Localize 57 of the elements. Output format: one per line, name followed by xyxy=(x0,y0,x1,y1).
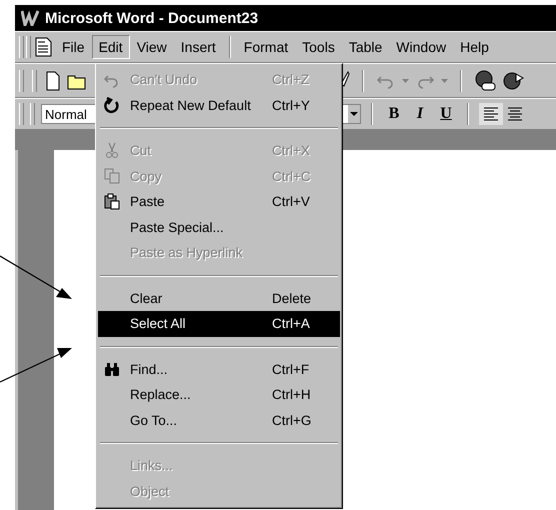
shortcut-label: Ctrl+X xyxy=(272,143,311,158)
menu-item[interactable]: View xyxy=(130,35,174,59)
shortcut-label: Ctrl+C xyxy=(272,168,312,184)
menu-item-label: Paste Special... xyxy=(130,220,225,235)
align-center-icon[interactable] xyxy=(507,107,523,121)
menu-item[interactable]: Edit xyxy=(92,35,130,59)
menu-item-label: Cut xyxy=(130,143,152,158)
menu-item[interactable]: Format xyxy=(236,35,296,59)
menu-item[interactable]: Select All Ctrl+A xyxy=(98,311,340,336)
menu-item-label: Select All xyxy=(130,316,187,332)
window-title: Microsoft Word - Document23 xyxy=(45,10,258,26)
menu-item-label: Replace... xyxy=(130,387,192,402)
menu-item-label: Go To... xyxy=(130,412,178,428)
menu-item[interactable]: Help xyxy=(453,35,496,59)
shortcut-label: Ctrl+Y xyxy=(272,98,311,113)
format-button[interactable]: B xyxy=(383,103,405,125)
menu-item[interactable]: Paste Special... xyxy=(98,214,340,240)
menu-item[interactable]: Repeat New Default Ctrl+Y xyxy=(98,92,340,118)
scissors-icon xyxy=(104,142,120,160)
menu-item[interactable]: Table xyxy=(342,35,390,59)
menu-item[interactable]: Replace... Ctrl+H xyxy=(98,382,340,408)
shortcut-label: Ctrl+A xyxy=(272,316,311,332)
copy-icon xyxy=(104,168,120,185)
menu-item[interactable]: Clear Delete xyxy=(98,286,340,311)
menu-item-label: Clear xyxy=(130,290,164,306)
menu-item-label: Copy xyxy=(130,168,163,184)
align-left-button[interactable] xyxy=(479,103,503,125)
shortcut-label: Ctrl+G xyxy=(272,412,312,428)
menu-item-label: Links... xyxy=(130,458,174,474)
menu-item[interactable]: Window xyxy=(389,35,454,59)
menu-item-label: Paste as Hyperlink xyxy=(130,245,244,260)
menu-item-label: Can't Undo xyxy=(130,72,198,88)
pointer-arrow xyxy=(0,255,72,299)
new-document-icon[interactable] xyxy=(45,70,61,90)
redo-icon xyxy=(104,96,120,114)
menu-item-label: Object xyxy=(130,484,170,499)
menu-item[interactable]: File xyxy=(55,35,92,59)
format-button[interactable]: U xyxy=(435,103,457,125)
menu-item[interactable]: Find... Ctrl+F xyxy=(98,356,340,382)
shortcut-label: Ctrl+F xyxy=(272,362,310,377)
menu-item-label: Find... xyxy=(130,362,169,377)
shortcut-label: Delete xyxy=(272,290,312,306)
menu-item[interactable]: Insert xyxy=(174,35,223,59)
menu-item-label: Repeat New Default xyxy=(130,98,252,113)
menu-item[interactable]: Paste Ctrl+V xyxy=(98,189,340,214)
menu-item[interactable]: Tools xyxy=(295,35,342,59)
shortcut-label: Ctrl+Z xyxy=(272,72,310,88)
binoculars-icon xyxy=(104,360,120,378)
format-button[interactable]: I xyxy=(409,103,431,125)
menu-item[interactable]: Go To... Ctrl+G xyxy=(98,408,340,433)
menu-item-label: Paste xyxy=(130,194,166,210)
word-logo-icon xyxy=(21,10,39,26)
clipboard-icon xyxy=(104,193,120,210)
align-left-icon xyxy=(483,107,499,121)
shortcut-label: Ctrl+V xyxy=(272,194,311,210)
shortcut-label: Ctrl+H xyxy=(272,387,312,402)
pointer-arrow xyxy=(0,348,72,383)
